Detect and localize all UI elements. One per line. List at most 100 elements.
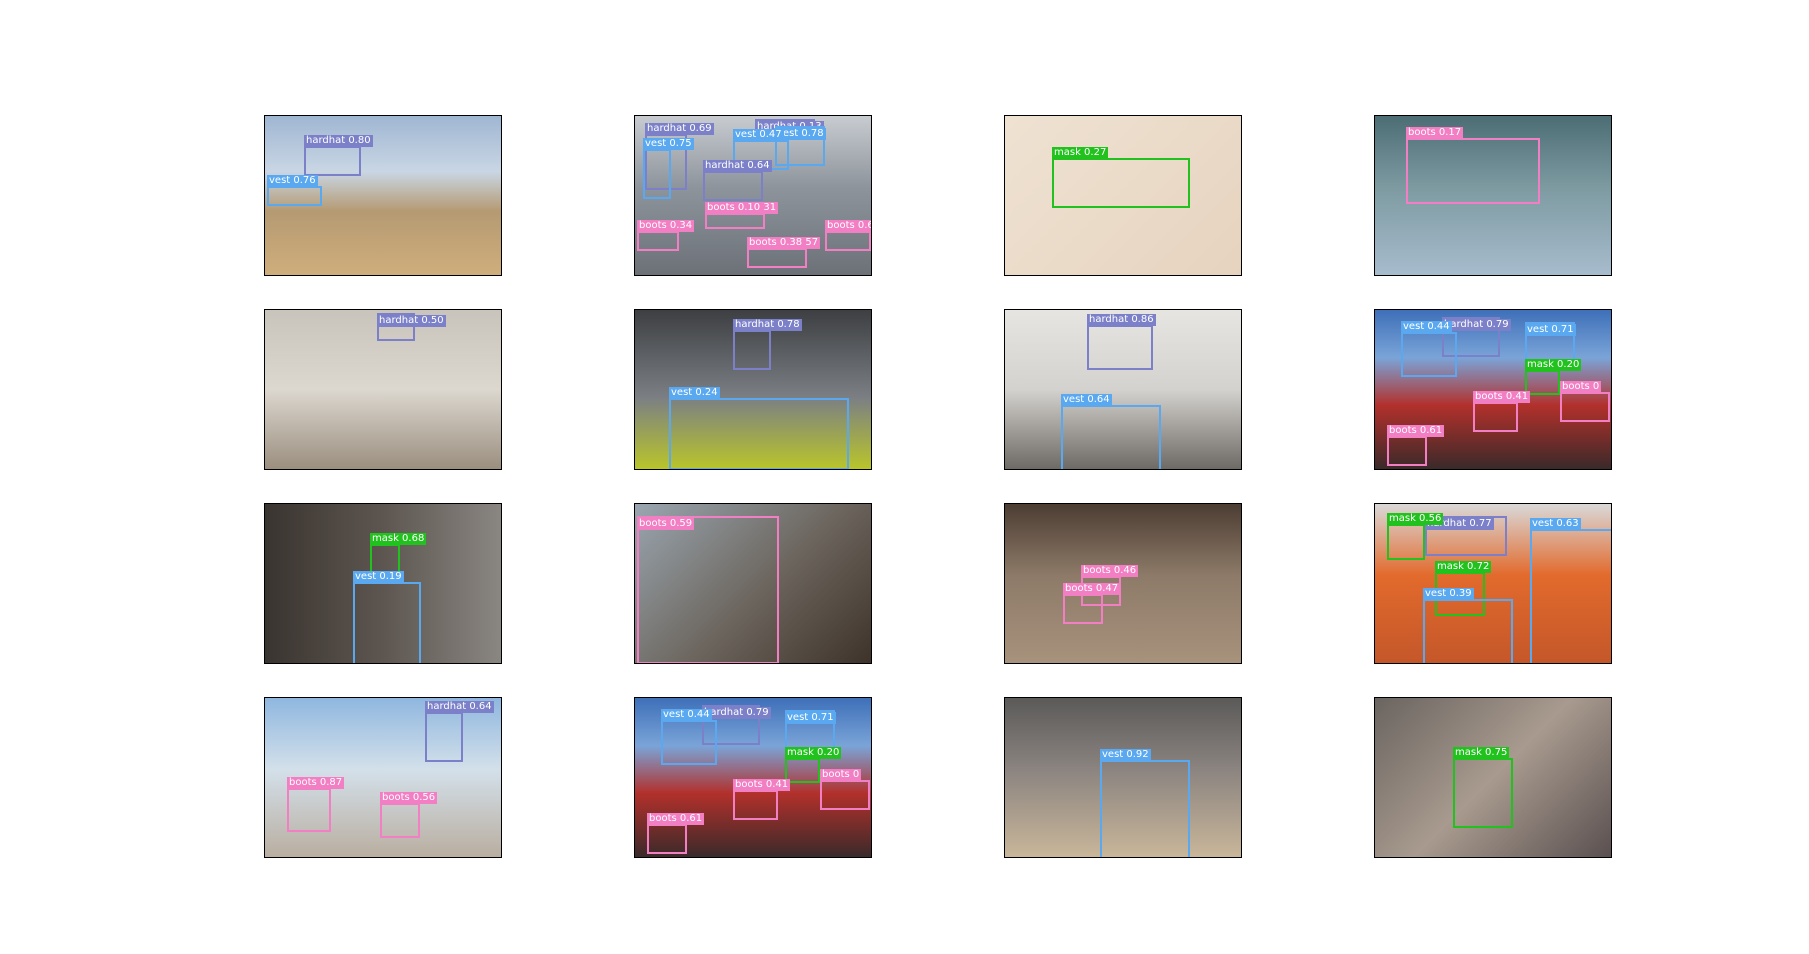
detection-label: boots 0.41 <box>733 779 791 791</box>
detection-image-11: boots 0.46 boots 0.47 <box>1004 503 1242 664</box>
detection-image-12: hardhat 0.77 mask 0.56 vest 0.63 mask 0.72 v… <box>1374 503 1612 664</box>
boots-detection-box: boots 0.47 <box>1063 583 1121 624</box>
detection-label: vest 0.24 <box>669 387 720 399</box>
boots-detection-box: boots 0.41 <box>733 779 791 820</box>
detection-image-13: hardhat 0.64 boots 0.87 boots 0.56 <box>264 697 502 858</box>
detection-label: hardhat 0.78 <box>733 319 802 331</box>
vest-detection-box: vest 0.44 <box>661 709 717 765</box>
detection-label: boots 0.41 <box>1473 391 1531 403</box>
detection-label: vest 0.64 <box>1061 394 1112 406</box>
hardhat-detection-box: hardhat 0.78 <box>733 319 802 370</box>
boots-detection-box: boots 0.38 57 <box>747 237 821 268</box>
detection-label: boots 0.59 <box>637 518 695 530</box>
detection-image-9: mask 0.68 vest 0.19 <box>264 503 502 664</box>
detection-label: mask 0.72 <box>1435 561 1492 573</box>
hardhat-detection-box: hardhat 0.80 <box>304 135 373 176</box>
vest-detection-box: vest 0.24 <box>669 387 849 469</box>
detection-label: boots 0.61 <box>647 813 705 825</box>
detection-label: boots 0.61 <box>825 220 871 232</box>
detection-label: boots 0.34 <box>637 220 695 232</box>
vest-detection-box: vest 0.75 <box>643 138 694 199</box>
boots-detection-box: boots 0.10 31 <box>705 202 779 229</box>
detection-label: vest 0.47 <box>733 129 784 141</box>
detection-label: mask 0.20 <box>785 747 842 759</box>
vest-detection-box: vest 0.44 <box>1401 321 1457 377</box>
detection-label: vest 0.71 <box>1525 324 1576 336</box>
detection-label: vest 0.76 <box>267 175 318 187</box>
detection-label: hardhat 0.64 <box>703 160 772 172</box>
detection-label: hardhat 0.69 <box>645 123 714 135</box>
vest-detection-box: vest 0.39 <box>1423 588 1513 663</box>
vest-detection-box: vest 0.19 <box>353 571 421 663</box>
detection-image-16: mask 0.75 <box>1374 697 1612 858</box>
detection-label: boots 0.38 57 <box>747 237 821 249</box>
boots-detection-box: boots 0.41 <box>1473 391 1531 432</box>
detection-label: vest 0.92 <box>1100 749 1151 761</box>
mask-detection-box: mask 0.20 <box>1525 359 1582 395</box>
detection-label: boots 0.56 <box>380 792 438 804</box>
detection-label: vest 0.71 <box>785 712 836 724</box>
detection-label: hardhat 0.50 <box>377 315 446 327</box>
vest-detection-box: vest 0.76 <box>267 175 322 206</box>
boots-detection-box: boots 0.61 <box>825 220 871 251</box>
hardhat-detection-box: hardhat 0.64 <box>703 160 772 201</box>
detection-label: vest 0.39 <box>1423 588 1474 600</box>
vest-detection-box: vest 0.64 <box>1061 394 1161 469</box>
detection-label: vest 0.44 <box>661 709 712 721</box>
vest-detection-box: vest 0.71 <box>1525 322 1576 362</box>
detection-label: mask 0.27 <box>1052 147 1109 159</box>
detection-label: boots 0 <box>820 769 862 781</box>
detection-label: boots 0.46 <box>1081 565 1139 577</box>
photo <box>1005 504 1241 663</box>
hardhat-detection-box: hardhat 0.50 <box>377 313 446 341</box>
detection-label: mask 0.56 <box>1387 513 1444 525</box>
detection-image-2: hardhat 0.69 hardhat 0.13 vest 0.78 vest 0.… <box>634 115 872 276</box>
detection-image-15: vest 0.92 <box>1004 697 1242 858</box>
detection-label: boots 0.87 <box>287 777 345 789</box>
boots-detection-box: boots 0.17 <box>1406 127 1540 204</box>
detection-image-4: boots 0.17 <box>1374 115 1612 276</box>
detection-label: boots 0.47 <box>1063 583 1121 595</box>
detection-image-10: boots 0.59 <box>634 503 872 664</box>
detection-grid: hardhat 0.80 vest 0.76 hardhat 0.69 hardhat… <box>0 0 1809 954</box>
boots-detection-box: boots 0.59 <box>637 516 779 663</box>
boots-detection-box: boots 0.87 <box>287 777 345 832</box>
vest-detection-box: vest 0.71 <box>785 710 836 750</box>
detection-image-1: hardhat 0.80 vest 0.76 <box>264 115 502 276</box>
detection-label: boots 0.10 31 <box>705 202 779 214</box>
boots-detection-box: boots 0.61 <box>647 813 705 854</box>
detection-label: hardhat 0.79 <box>1442 319 1511 331</box>
hardhat-detection-box: hardhat 0.86 <box>1087 314 1156 370</box>
detection-label: mask 0.20 <box>1525 359 1582 371</box>
detection-label: vest 0.63 <box>1530 518 1581 530</box>
detection-image-6: hardhat 0.78 vest 0.24 <box>634 309 872 470</box>
hardhat-detection-box: hardhat 0.64 <box>425 701 494 762</box>
detection-label: hardhat 0.80 <box>304 135 373 147</box>
boots-detection-box: boots 0 <box>1560 381 1610 422</box>
vest-detection-box: vest 0.92 <box>1100 749 1190 857</box>
vest-detection-box: vest 0.63 <box>1530 518 1611 663</box>
boots-detection-box: boots 0.34 <box>637 220 695 251</box>
detection-label: vest 0.75 <box>643 138 694 150</box>
boots-detection-box: boots 0.56 <box>380 792 438 838</box>
detection-label: boots 0 <box>1560 381 1602 393</box>
detection-label: hardhat 0.64 <box>425 701 494 713</box>
detection-image-7: hardhat 0.86 vest 0.64 <box>1004 309 1242 470</box>
detection-label: hardhat 0.86 <box>1087 314 1156 326</box>
detection-image-14: hardhat 0.79 vest 0.44 vest 0.71 mask 0.20 b… <box>634 697 872 858</box>
detection-image-5: hardhat 0.50 <box>264 309 502 470</box>
detection-label: boots 0.17 <box>1406 127 1464 139</box>
mask-detection-box: mask 0.27 <box>1052 147 1190 208</box>
mask-detection-box: mask 0.56 <box>1387 513 1444 560</box>
detection-label: mask 0.68 <box>370 533 427 545</box>
detection-image-3: mask 0.27 <box>1004 115 1242 276</box>
detection-label: boots 0.61 <box>1387 425 1445 437</box>
detection-label: mask 0.75 <box>1453 747 1510 759</box>
mask-detection-box: mask 0.20 <box>785 747 842 783</box>
boots-detection-box: boots 0.61 <box>1387 425 1445 466</box>
boots-detection-box: boots 0 <box>820 769 870 810</box>
detection-label: vest 0.44 <box>1401 321 1452 333</box>
detection-label: vest 0.19 <box>353 571 404 583</box>
detection-image-8: hardhat 0.79 vest 0.44 vest 0.71 mask 0.20 b… <box>1374 309 1612 470</box>
detection-label: hardhat 0.79 <box>702 707 771 719</box>
